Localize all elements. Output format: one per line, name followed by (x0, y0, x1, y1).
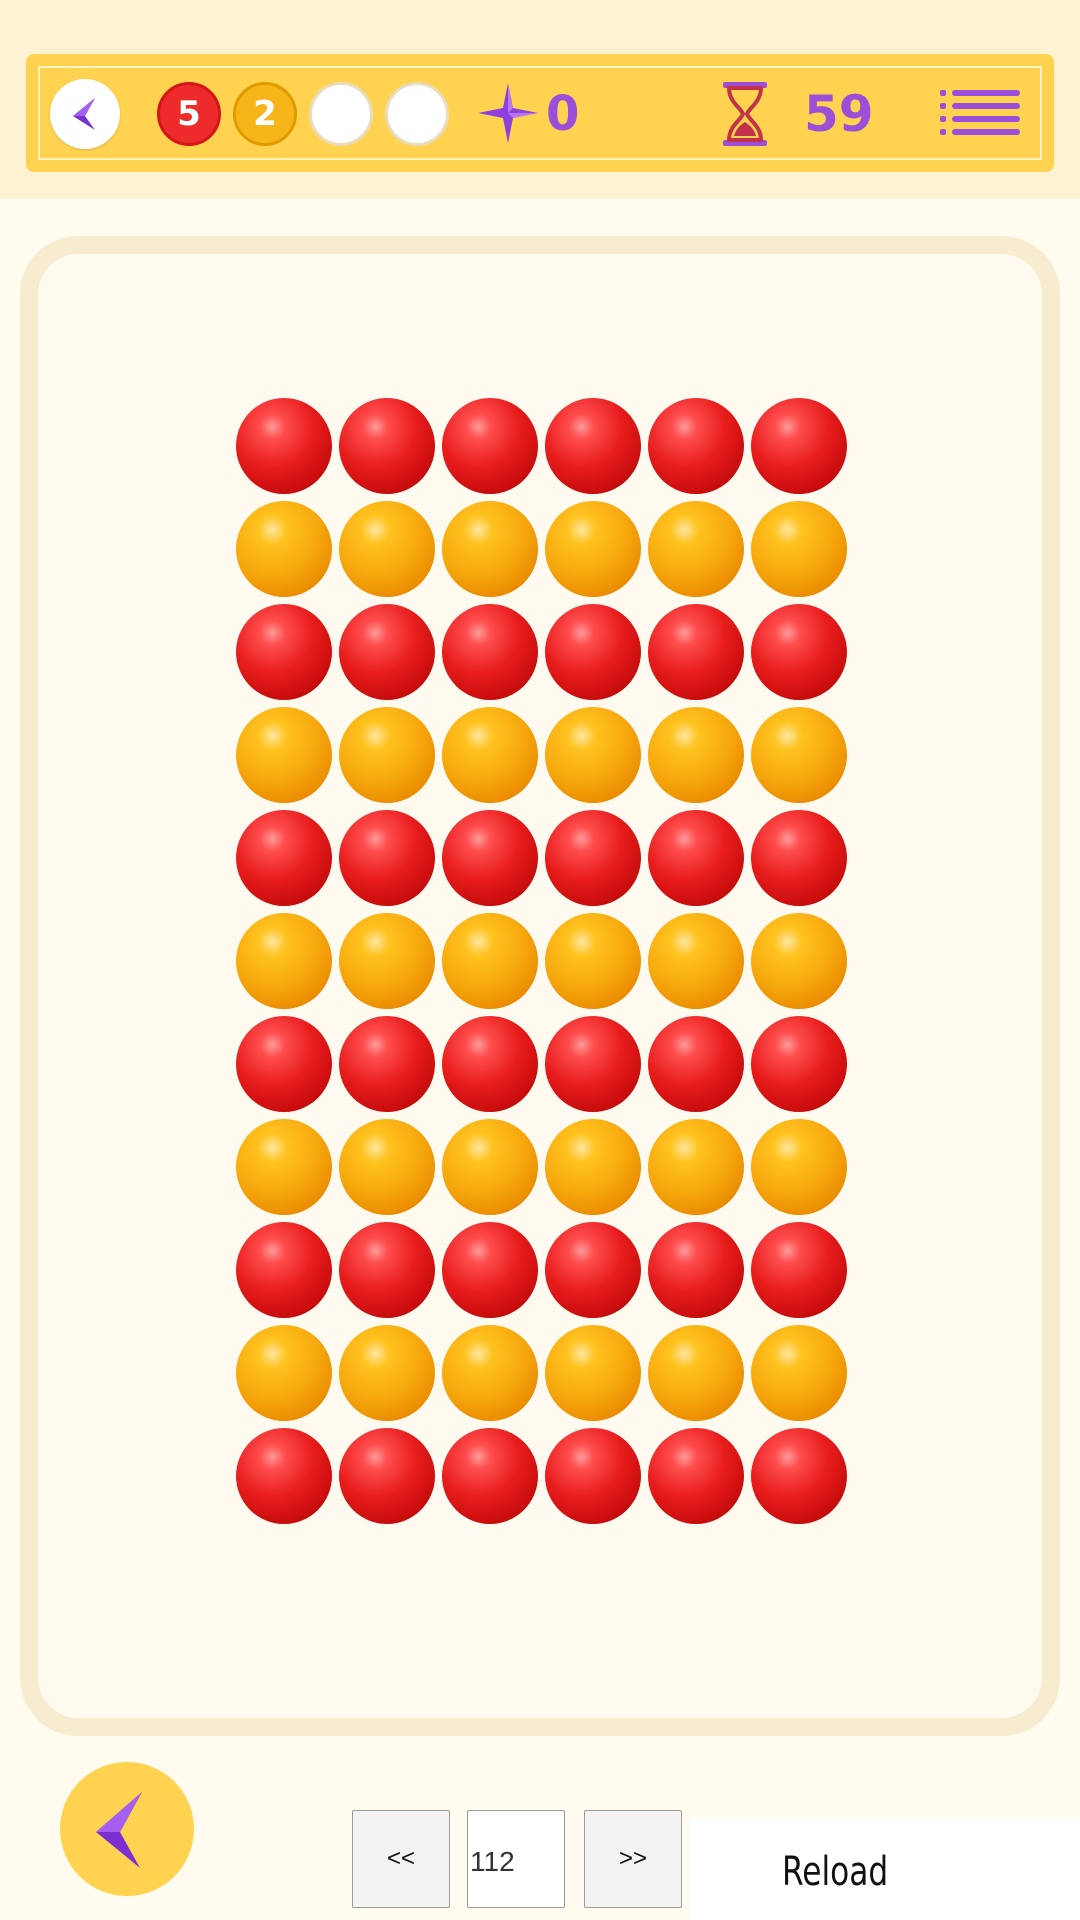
red-ball[interactable] (545, 1222, 641, 1318)
orange-ball[interactable] (339, 707, 435, 803)
red-ball[interactable] (648, 398, 744, 494)
orange-ball[interactable] (339, 1325, 435, 1421)
red-ball[interactable] (545, 1428, 641, 1524)
red-ball[interactable] (442, 398, 538, 494)
orange-ball[interactable] (751, 501, 847, 597)
orange-ball[interactable] (648, 913, 744, 1009)
red-ball[interactable] (236, 604, 332, 700)
red-ball[interactable] (545, 398, 641, 494)
back-button[interactable] (60, 1762, 194, 1896)
red-ball[interactable] (339, 1428, 435, 1524)
red-ball[interactable] (751, 810, 847, 906)
orange-ball[interactable] (236, 1325, 332, 1421)
score-dot-empty (385, 82, 449, 146)
red-ball[interactable] (339, 604, 435, 700)
red-ball[interactable] (442, 1428, 538, 1524)
orange-ball[interactable] (236, 501, 332, 597)
score-dot-red: 5 (157, 82, 221, 146)
red-ball[interactable] (648, 604, 744, 700)
orange-ball[interactable] (751, 913, 847, 1009)
orange-ball[interactable] (545, 913, 641, 1009)
red-ball[interactable] (751, 1222, 847, 1318)
red-ball[interactable] (751, 604, 847, 700)
red-ball[interactable] (648, 1222, 744, 1318)
red-ball[interactable] (545, 810, 641, 906)
red-ball[interactable] (648, 810, 744, 906)
ball-grid (236, 398, 848, 1524)
timer-value: 59 (804, 85, 874, 143)
red-ball[interactable] (751, 1428, 847, 1524)
reload-button[interactable]: Reload (782, 1842, 888, 1902)
orange-ball[interactable] (442, 1119, 538, 1215)
score-dot-yellow: 2 (233, 82, 297, 146)
red-ball[interactable] (545, 1016, 641, 1112)
prev-level-button[interactable]: << (352, 1810, 450, 1908)
hud-back-button[interactable] (50, 79, 120, 149)
red-ball[interactable] (339, 810, 435, 906)
orange-ball[interactable] (751, 1325, 847, 1421)
red-ball[interactable] (442, 810, 538, 906)
orange-ball[interactable] (339, 1119, 435, 1215)
orange-ball[interactable] (648, 501, 744, 597)
red-ball[interactable] (442, 1016, 538, 1112)
red-ball[interactable] (648, 1016, 744, 1112)
red-ball[interactable] (545, 604, 641, 700)
orange-ball[interactable] (236, 707, 332, 803)
orange-ball[interactable] (236, 913, 332, 1009)
menu-list-icon[interactable] (940, 88, 1020, 136)
orange-ball[interactable] (339, 501, 435, 597)
red-ball[interactable] (236, 1016, 332, 1112)
orange-ball[interactable] (648, 1119, 744, 1215)
chevron-left-icon (96, 1792, 142, 1868)
score-dot-empty (309, 82, 373, 146)
red-ball[interactable] (236, 1428, 332, 1524)
red-ball[interactable] (339, 398, 435, 494)
next-level-button[interactable]: >> (584, 1810, 682, 1908)
sparkle-star-icon (476, 81, 540, 145)
orange-ball[interactable] (442, 501, 538, 597)
orange-ball[interactable] (545, 501, 641, 597)
orange-ball[interactable] (339, 913, 435, 1009)
orange-ball[interactable] (545, 1119, 641, 1215)
orange-ball[interactable] (648, 1325, 744, 1421)
orange-ball[interactable] (545, 1325, 641, 1421)
orange-ball[interactable] (236, 1119, 332, 1215)
level-number-input[interactable] (467, 1810, 565, 1908)
red-ball[interactable] (442, 604, 538, 700)
red-ball[interactable] (442, 1222, 538, 1318)
red-ball[interactable] (236, 810, 332, 906)
orange-ball[interactable] (442, 707, 538, 803)
red-ball[interactable] (648, 1428, 744, 1524)
orange-ball[interactable] (442, 913, 538, 1009)
orange-ball[interactable] (442, 1325, 538, 1421)
orange-ball[interactable] (648, 707, 744, 803)
red-ball[interactable] (236, 398, 332, 494)
red-ball[interactable] (236, 1222, 332, 1318)
star-count: 0 (546, 86, 580, 142)
red-ball[interactable] (751, 1016, 847, 1112)
chevron-left-icon (73, 98, 95, 130)
hourglass-icon (720, 80, 770, 148)
red-ball[interactable] (339, 1222, 435, 1318)
orange-ball[interactable] (751, 1119, 847, 1215)
orange-ball[interactable] (751, 707, 847, 803)
red-ball[interactable] (339, 1016, 435, 1112)
red-ball[interactable] (751, 398, 847, 494)
orange-ball[interactable] (545, 707, 641, 803)
